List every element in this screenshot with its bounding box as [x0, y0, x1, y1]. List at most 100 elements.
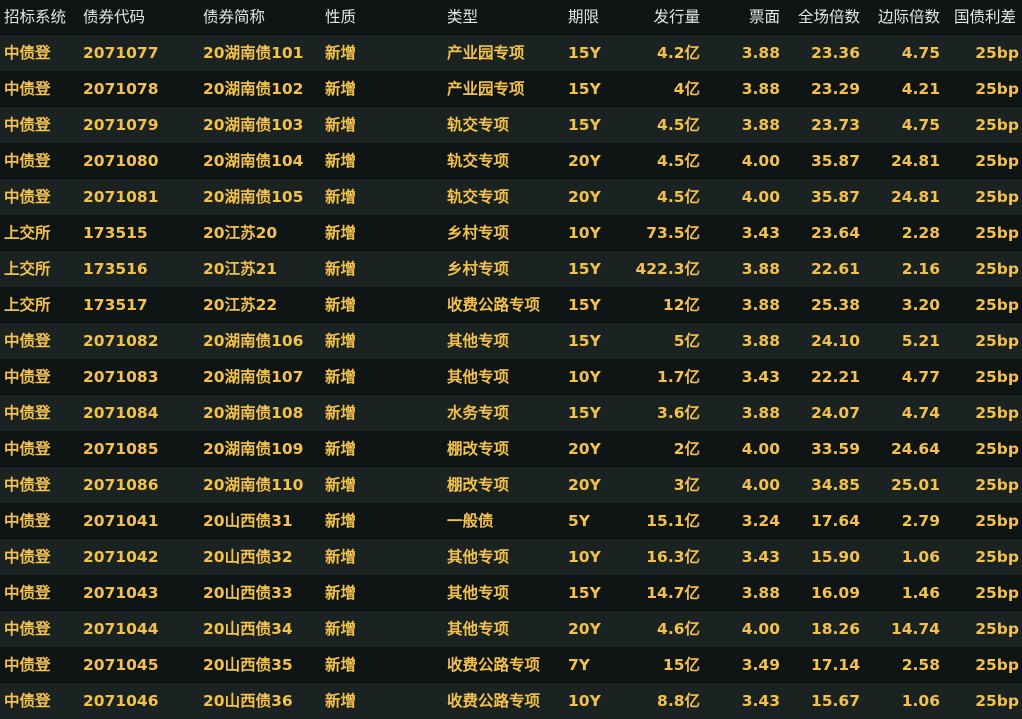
header-cell-code[interactable]: 债券代码: [83, 0, 193, 35]
cell-coupon: 3.88: [741, 80, 780, 98]
cell-issue-amount: 3亿: [673, 476, 700, 494]
cell-issue-amount: 1.7亿: [657, 368, 700, 386]
header-cell-coupon[interactable]: 票面: [705, 0, 780, 35]
table-header-row: 招标系统 债券代码 债券简称 性质 类型 期限 发行量 票面 全场倍数 边际倍数…: [0, 0, 1022, 35]
cell-total-multiple: 22.21: [810, 368, 860, 386]
cell-type: 水务专项: [447, 404, 510, 422]
cell-marginal-multiple: 4.74: [901, 404, 940, 422]
cell-nature: 新增: [325, 692, 357, 710]
header-cell-system[interactable]: 招标系统: [4, 0, 82, 35]
cell-total-multiple: 18.26: [810, 620, 860, 638]
cell-nature: 新增: [325, 188, 357, 206]
table-row[interactable]: 上交所 173517 20江苏22 新增 收费公路专项 15Y 12亿 3.88 25.38 3.…: [0, 287, 1022, 323]
cell-spread: 25bp: [975, 116, 1019, 134]
table-row[interactable]: 上交所 173516 20江苏21 新增 乡村专项 15Y 422.3亿 3.88 22.61 2…: [0, 251, 1022, 287]
table-row[interactable]: 中债登 2071042 20山西债32 新增 其他专项 10Y 16.3亿 3.43 15.90…: [0, 539, 1022, 575]
cell-coupon: 3.88: [741, 44, 780, 62]
cell-nature: 新增: [325, 116, 357, 134]
header-cell-type[interactable]: 类型: [447, 0, 557, 35]
cell-type: 轨交专项: [447, 188, 510, 206]
cell-code: 2071084: [83, 404, 159, 422]
table-row[interactable]: 中债登 2071078 20湖南债102 新增 产业园专项 15Y 4亿 3.88 23.29 4…: [0, 71, 1022, 107]
cell-short-name: 20湖南债101: [203, 44, 304, 62]
cell-coupon: 3.88: [741, 584, 780, 602]
cell-issue-amount: 16.3亿: [646, 548, 700, 566]
cell-code: 2071086: [83, 476, 159, 494]
header-cell-total-multiple[interactable]: 全场倍数: [785, 0, 860, 35]
header-cell-issue-amount[interactable]: 发行量: [610, 0, 700, 35]
cell-marginal-multiple: 4.75: [901, 116, 940, 134]
cell-nature: 新增: [325, 620, 357, 638]
cell-nature: 新增: [325, 548, 357, 566]
cell-nature: 新增: [325, 656, 357, 674]
table-row[interactable]: 中债登 2071043 20山西债33 新增 其他专项 15Y 14.7亿 3.88 16.09…: [0, 575, 1022, 611]
header-cell-nature[interactable]: 性质: [325, 0, 385, 35]
cell-nature: 新增: [325, 44, 357, 62]
cell-coupon: 3.49: [741, 656, 780, 674]
cell-marginal-multiple: 14.74: [890, 620, 940, 638]
cell-short-name: 20山西债32: [203, 548, 293, 566]
cell-type: 产业园专项: [447, 44, 525, 62]
cell-issue-amount: 4.6亿: [657, 620, 700, 638]
table-row[interactable]: 上交所 173515 20江苏20 新增 乡村专项 10Y 73.5亿 3.43 23.64 2.…: [0, 215, 1022, 251]
cell-marginal-multiple: 24.64: [890, 440, 940, 458]
cell-nature: 新增: [325, 512, 357, 530]
cell-coupon: 4.00: [741, 188, 780, 206]
cell-marginal-multiple: 1.06: [901, 692, 940, 710]
cell-spread: 25bp: [975, 584, 1019, 602]
cell-issue-amount: 5亿: [673, 332, 700, 350]
table-row[interactable]: 中债登 2071082 20湖南债106 新增 其他专项 15Y 5亿 3.88 24.10 5.…: [0, 323, 1022, 359]
table-row[interactable]: 中债登 2071083 20湖南债107 新增 其他专项 10Y 1.7亿 3.43 22.21…: [0, 359, 1022, 395]
table-row[interactable]: 中债登 2071046 20山西债36 新增 收费公路专项 10Y 8.8亿 3.43 15.6…: [0, 683, 1022, 719]
cell-coupon: 3.43: [741, 224, 780, 242]
cell-nature: 新增: [325, 80, 357, 98]
cell-spread: 25bp: [975, 656, 1019, 674]
cell-type: 其他专项: [447, 332, 510, 350]
cell-coupon: 4.00: [741, 620, 780, 638]
table-row[interactable]: 中债登 2071081 20湖南债105 新增 轨交专项 20Y 4.5亿 4.00 35.87…: [0, 179, 1022, 215]
cell-coupon: 3.88: [741, 404, 780, 422]
cell-type: 棚改专项: [447, 476, 510, 494]
table-row[interactable]: 中债登 2071041 20山西债31 新增 一般债 5Y 15.1亿 3.24 17.64 2.…: [0, 503, 1022, 539]
cell-total-multiple: 22.61: [810, 260, 860, 278]
table-row[interactable]: 中债登 2071044 20山西债34 新增 其他专项 20Y 4.6亿 4.00 18.26 1…: [0, 611, 1022, 647]
header-cell-short-name[interactable]: 债券简称: [203, 0, 318, 35]
table-row[interactable]: 中债登 2071045 20山西债35 新增 收费公路专项 7Y 15亿 3.49 17.14 2…: [0, 647, 1022, 683]
cell-nature: 新增: [325, 296, 357, 314]
cell-short-name: 20湖南债103: [203, 116, 304, 134]
cell-issue-amount: 15.1亿: [646, 512, 700, 530]
cell-issue-amount: 422.3亿: [635, 260, 700, 278]
cell-code: 173515: [83, 224, 148, 242]
cell-system: 中债登: [4, 80, 51, 98]
table-row[interactable]: 中债登 2071077 20湖南债101 新增 产业园专项 15Y 4.2亿 3.88 23.3…: [0, 35, 1022, 71]
cell-type: 其他专项: [447, 620, 510, 638]
table-row[interactable]: 中债登 2071086 20湖南债110 新增 棚改专项 20Y 3亿 4.00 34.85 25…: [0, 467, 1022, 503]
header-cell-marginal-multiple[interactable]: 边际倍数: [865, 0, 940, 35]
cell-code: 2071077: [83, 44, 159, 62]
cell-code: 173517: [83, 296, 148, 314]
table-row[interactable]: 中债登 2071085 20湖南债109 新增 棚改专项 20Y 2亿 4.00 33.59 24…: [0, 431, 1022, 467]
cell-spread: 25bp: [975, 440, 1019, 458]
table-row[interactable]: 中债登 2071079 20湖南债103 新增 轨交专项 15Y 4.5亿 3.88 23.73…: [0, 107, 1022, 143]
cell-code: 2071082: [83, 332, 159, 350]
cell-system: 中债登: [4, 584, 51, 602]
cell-system: 中债登: [4, 692, 51, 710]
cell-marginal-multiple: 3.20: [901, 296, 940, 314]
table-row[interactable]: 中债登 2071084 20湖南债108 新增 水务专项 15Y 3.6亿 3.88 24.07…: [0, 395, 1022, 431]
cell-issue-amount: 15亿: [662, 656, 700, 674]
cell-nature: 新增: [325, 152, 357, 170]
cell-coupon: 3.88: [741, 296, 780, 314]
cell-type: 乡村专项: [447, 224, 510, 242]
header-cell-spread[interactable]: 国债利差: [954, 0, 1022, 35]
cell-code: 173516: [83, 260, 148, 278]
cell-total-multiple: 25.38: [810, 296, 860, 314]
cell-type: 收费公路专项: [447, 656, 541, 674]
cell-type: 收费公路专项: [447, 296, 541, 314]
table-row[interactable]: 中债登 2071080 20湖南债104 新增 轨交专项 20Y 4.5亿 4.00 35.87…: [0, 143, 1022, 179]
cell-issue-amount: 4.2亿: [657, 44, 700, 62]
cell-total-multiple: 23.64: [810, 224, 860, 242]
cell-system: 上交所: [4, 296, 51, 314]
cell-issue-amount: 4.5亿: [657, 116, 700, 134]
cell-type: 棚改专项: [447, 440, 510, 458]
cell-spread: 25bp: [975, 404, 1019, 422]
